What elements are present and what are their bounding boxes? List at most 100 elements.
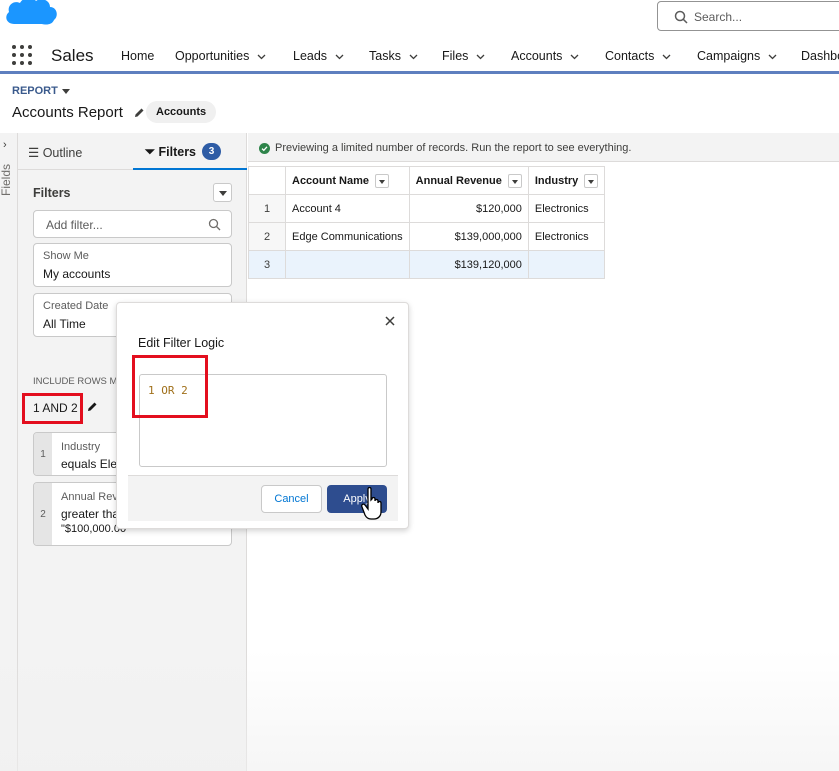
cell-account-name: Edge Communications <box>285 222 410 251</box>
filter-title: Created Date <box>43 300 109 312</box>
condition-field: Annual Rev <box>61 491 118 503</box>
search-placeholder: Search... <box>694 10 743 24</box>
nav-item-label: Accounts <box>511 49 563 63</box>
nav-item-label: Leads <box>293 49 328 63</box>
tab-filters-text: Filters <box>158 145 197 159</box>
nav-item-label: Campaigns <box>697 49 761 63</box>
nav-item-label: Tasks <box>369 49 401 63</box>
search-icon <box>208 218 221 231</box>
add-filter-input[interactable]: Add filter... <box>33 210 232 238</box>
filter-title: Show Me <box>43 250 89 262</box>
chevron-down-icon[interactable] <box>662 52 671 61</box>
column-menu-button[interactable] <box>584 173 599 188</box>
cell-industry <box>527 250 606 279</box>
condition-number: 1 <box>34 433 52 475</box>
table-row[interactable]: 2 Edge Communications $139,000,000 Elect… <box>248 222 606 251</box>
global-search-input[interactable]: Search... <box>657 1 839 31</box>
hand-cursor-icon <box>361 486 382 520</box>
report-title-text: Accounts Report <box>12 104 123 121</box>
column-label: Account Name <box>292 174 370 187</box>
filter-value: All Time <box>43 317 86 331</box>
chevron-down-icon[interactable] <box>476 52 485 61</box>
nav-item-opportunities[interactable]: Opportunities <box>175 49 266 63</box>
cancel-button[interactable]: Cancel <box>261 485 322 513</box>
nav-item-label: Files <box>442 49 469 63</box>
salesforce-cloud-logo[interactable] <box>2 0 60 32</box>
search-icon <box>674 10 688 24</box>
cell-annual-revenue: $139,000,000 <box>408 222 529 251</box>
filter-funnel-icon: ⏷ <box>145 145 156 159</box>
popover-footer: Cancel Apply <box>128 475 398 521</box>
nav-item-label: Dashbo <box>801 49 839 63</box>
cell-account-name <box>285 250 410 279</box>
nav-item-campaigns[interactable]: Campaigns <box>697 49 777 63</box>
app-name: Sales <box>51 46 94 65</box>
table-total-row: 3 $139,120,000 <box>248 250 606 279</box>
chevron-right-icon[interactable]: › <box>3 139 7 151</box>
popover-title: Edit Filter Logic <box>138 336 225 350</box>
column-header-account-name[interactable]: Account Name <box>285 166 410 195</box>
column-menu-button[interactable] <box>375 173 390 188</box>
row-number: 3 <box>248 250 286 279</box>
filter-value: My accounts <box>43 267 111 281</box>
report-header: REPORT Accounts Report Accounts <box>0 77 839 133</box>
app-nav-bar: Sales Home Opportunities Leads Tasks Fil… <box>0 40 839 74</box>
global-header: Search... <box>0 0 839 40</box>
column-header-annual-revenue[interactable]: Annual Revenue <box>408 166 529 195</box>
cell-industry: Electronics <box>527 194 606 223</box>
chevron-down-icon[interactable] <box>257 52 266 61</box>
cell-annual-revenue-total: $139,120,000 <box>408 250 529 279</box>
nav-item-files[interactable]: Files <box>442 49 485 63</box>
table-row[interactable]: 1 Account 4 $120,000 Electronics <box>248 194 606 223</box>
preview-banner: Previewing a limited number of records. … <box>248 133 839 162</box>
cell-account-name: Account 4 <box>285 194 410 223</box>
chevron-down-icon[interactable] <box>335 52 344 61</box>
filters-heading: Filters <box>33 186 71 200</box>
highlight-box-filter-logic <box>22 393 83 424</box>
nav-item-home[interactable]: Home <box>121 49 154 63</box>
condition-operator: greater tha <box>61 507 120 521</box>
nav-item-contacts[interactable]: Contacts <box>605 49 671 63</box>
column-label: Industry <box>534 174 579 187</box>
edit-pencil-icon[interactable] <box>86 401 98 413</box>
tab-outline[interactable]: ☰ Outline <box>28 145 82 160</box>
nav-item-dashboards[interactable]: Dashbo <box>801 49 839 63</box>
table-corner <box>248 166 286 195</box>
chevron-down-icon[interactable] <box>768 52 777 61</box>
column-header-industry[interactable]: Industry <box>527 166 606 195</box>
condition-operator: equals Elec <box>61 457 124 471</box>
report-table: Account Name Annual Revenue Industry 1 A… <box>248 166 606 279</box>
filters-menu-button[interactable] <box>213 183 232 202</box>
tab-filters[interactable]: ⏷ Filters 3 <box>133 133 247 170</box>
app-launcher-icon[interactable] <box>12 45 32 65</box>
nav-item-accounts[interactable]: Accounts <box>511 49 579 63</box>
list-icon: ☰ <box>28 146 40 160</box>
panel-tabs: ☰ Outline ⏷ Filters 3 <box>18 133 247 170</box>
nav-item-tasks[interactable]: Tasks <box>369 49 418 63</box>
add-filter-placeholder: Add filter... <box>46 218 103 232</box>
cell-industry: Electronics <box>527 222 606 251</box>
filter-count-badge: 3 <box>202 143 221 160</box>
nav-item-label: Opportunities <box>175 49 250 63</box>
fields-rail[interactable]: › Fields <box>0 133 18 771</box>
table-header-row: Account Name Annual Revenue Industry <box>248 166 606 195</box>
report-type-menu[interactable]: REPORT <box>12 85 70 97</box>
highlight-box-logic-input <box>132 355 208 418</box>
check-circle-icon <box>259 143 270 154</box>
condition-number: 2 <box>34 483 52 545</box>
column-menu-button[interactable] <box>507 173 522 188</box>
row-number: 1 <box>248 194 286 223</box>
nav-item-leads[interactable]: Leads <box>293 49 344 63</box>
include-rows-label: INCLUDE ROWS M <box>33 376 118 387</box>
nav-item-label: Contacts <box>605 49 655 63</box>
edit-pencil-icon[interactable] <box>133 107 145 119</box>
column-label: Annual Revenue <box>415 174 502 187</box>
close-icon[interactable] <box>382 313 398 329</box>
tab-outline-label: Outline <box>42 146 83 160</box>
chevron-down-icon[interactable] <box>409 52 418 61</box>
row-number: 2 <box>248 222 286 251</box>
cell-annual-revenue: $120,000 <box>408 194 529 223</box>
filter-show-me[interactable]: Show Me My accounts <box>33 243 232 287</box>
chevron-down-icon[interactable] <box>570 52 579 61</box>
report-type-pill: Accounts <box>146 101 217 123</box>
